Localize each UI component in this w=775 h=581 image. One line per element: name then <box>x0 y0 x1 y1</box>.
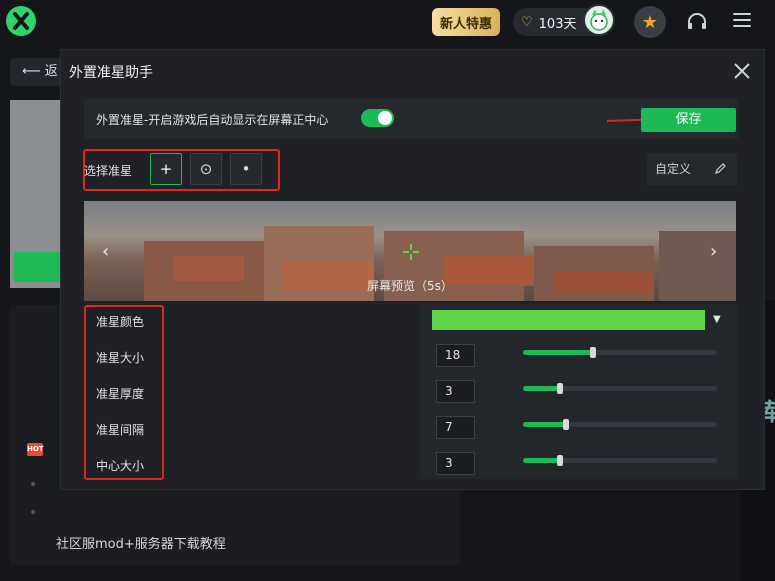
app-logo[interactable] <box>6 6 36 36</box>
back-arrow-icon: ⟵ <box>22 64 45 79</box>
top-bar: 新人特惠 ♡ 103天 ★ <box>0 0 775 44</box>
crosshair-settings <box>84 304 738 479</box>
custom-label: 自定义 <box>655 162 692 176</box>
background-game-card <box>10 100 62 288</box>
center-size-input[interactable]: 3 <box>436 452 475 475</box>
screen-preview: ‹ › 屏幕预览（5s） <box>84 201 736 301</box>
hot-badge: HOT <box>27 443 44 456</box>
crosshair-size-label: 准星大小 <box>96 351 145 365</box>
crosshair-thickness-slider[interactable] <box>523 383 717 394</box>
new-user-promo-button[interactable]: 新人特惠 <box>432 8 500 36</box>
user-avatar[interactable] <box>583 4 615 36</box>
dialog-title: 外置准星助手 <box>69 65 153 81</box>
crosshair-thickness-input[interactable]: 3 <box>436 380 475 403</box>
save-button[interactable]: 保存 <box>641 108 736 132</box>
crosshair-option-plus[interactable]: + <box>150 153 182 185</box>
crosshair-size-input[interactable]: 18 <box>436 344 475 367</box>
crosshair-thickness-label: 准星厚度 <box>96 387 145 401</box>
select-crosshair-label: 选择准星 <box>84 164 133 178</box>
back-label: 返 <box>44 64 58 79</box>
community-server-link[interactable]: 社区服mod+服务器下载教程 <box>56 533 226 552</box>
favorite-star-icon[interactable]: ★ <box>634 6 666 38</box>
custom-crosshair-button[interactable]: 自定义 <box>647 153 737 185</box>
vip-days-text: 103天 <box>538 16 577 32</box>
preview-prev-icon[interactable]: ‹ <box>102 241 109 262</box>
center-size-label: 中心大小 <box>96 459 145 473</box>
crosshair-color-select[interactable] <box>432 310 705 330</box>
close-icon[interactable] <box>733 62 751 80</box>
list-bullet <box>31 510 35 514</box>
crosshair-option-dot[interactable]: • <box>230 153 262 185</box>
auto-show-toggle[interactable] <box>361 109 394 127</box>
crosshair-assistant-dialog: 外置准星助手 外置准星-开启游戏后自动显示在屏幕正中心 保存 选择准星 + ⊙ … <box>61 50 764 489</box>
list-bullet <box>31 482 35 486</box>
crosshair-gap-input[interactable]: 7 <box>436 416 475 439</box>
preview-next-icon[interactable]: › <box>710 241 717 262</box>
crosshair-gap-slider[interactable] <box>523 419 717 430</box>
crosshair-color-label: 准星颜色 <box>96 315 145 329</box>
crosshair-option-circle[interactable]: ⊙ <box>190 153 222 185</box>
preview-countdown-text: 屏幕预览（5s） <box>367 279 453 293</box>
vip-heart-icon: ♡ <box>521 14 533 30</box>
hamburger-menu-icon[interactable] <box>733 13 751 29</box>
auto-show-label: 外置准星-开启游戏后自动显示在屏幕正中心 <box>96 113 329 127</box>
center-size-slider[interactable] <box>523 455 717 466</box>
crosshair-size-slider[interactable] <box>523 347 717 358</box>
crosshair-preview-icon <box>403 244 419 260</box>
color-dropdown-icon[interactable]: ▼ <box>713 314 721 325</box>
crosshair-gap-label: 准星间隔 <box>96 423 145 437</box>
customer-service-headset-icon[interactable] <box>685 10 709 34</box>
edit-pencil-icon <box>715 163 726 174</box>
